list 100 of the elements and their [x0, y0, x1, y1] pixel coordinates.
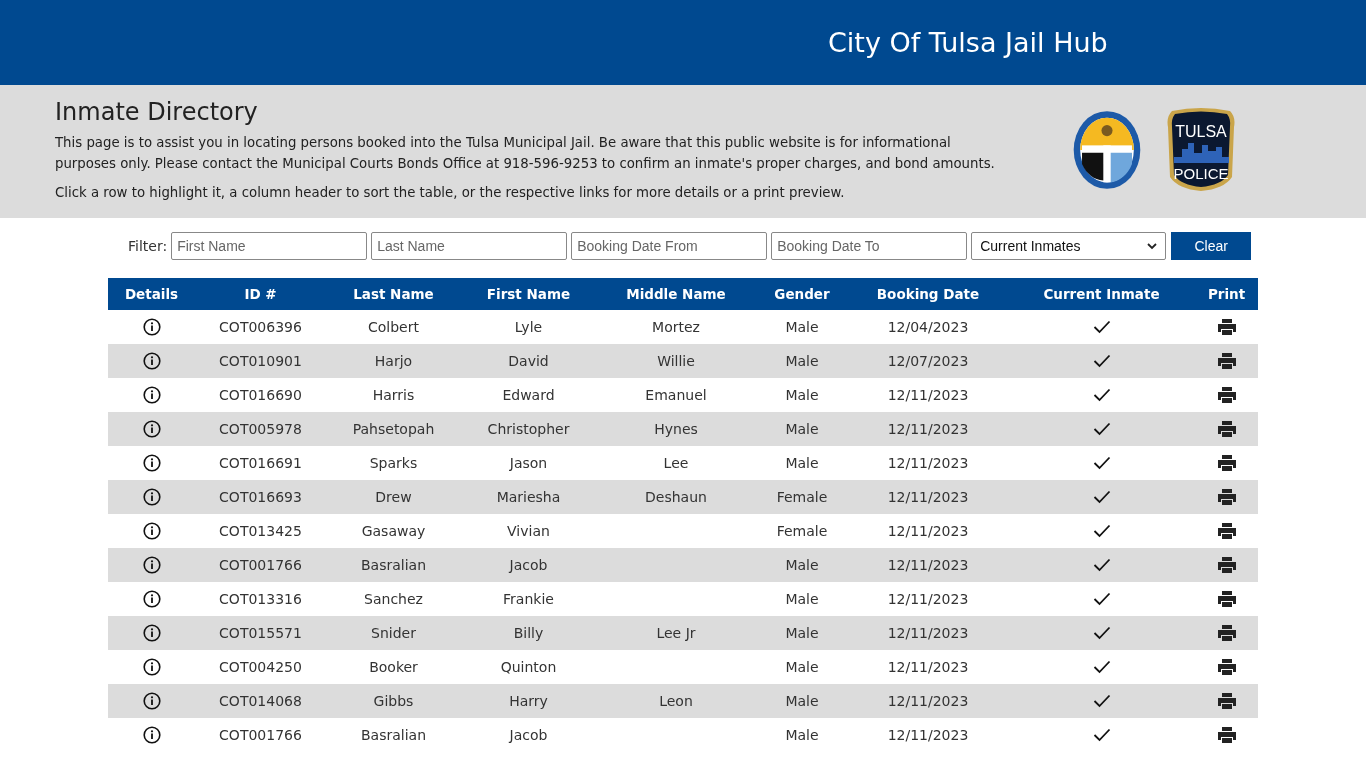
- table-cell: COT013316: [219, 591, 302, 607]
- table-cell: Snider: [371, 625, 416, 641]
- print-icon[interactable]: [1216, 522, 1237, 540]
- table-cell: 12/11/2023: [887, 455, 969, 471]
- table-cell: Male: [785, 319, 819, 335]
- table-cell: Deshaun: [645, 489, 707, 505]
- inmate-status-dropdown[interactable]: Current Inmates: [971, 232, 1167, 260]
- filter-field[interactable]: Last Name: [371, 232, 568, 260]
- intro-paragraph: This page is to assist you in locating persons booked into the Tulsa Municipal Jail. Be aware that this public website is for informational purposes only. Please contact the Municipal Courts Bonds Office at 918-596-9253 to confirm an inmate's proper charges, and bond amounts.: [55, 134, 996, 173]
- table-cell: COT014068: [219, 693, 302, 709]
- table-cell: Lee Jr: [656, 625, 696, 641]
- filter-field[interactable]: Booking Date To: [771, 232, 968, 260]
- column-header[interactable]: Current Inmate: [1008, 286, 1195, 302]
- table-cell: Harris: [372, 387, 415, 403]
- table-cell: 12/11/2023: [887, 489, 969, 505]
- table-cell: Basralian: [360, 557, 426, 573]
- print-icon[interactable]: [1216, 488, 1237, 506]
- info-icon[interactable]: [142, 624, 161, 642]
- print-icon[interactable]: [1216, 658, 1237, 676]
- table-cell: 12/11/2023: [887, 421, 969, 437]
- table-cell: Sparks: [369, 455, 418, 471]
- filter-label: Filter:: [128, 238, 168, 254]
- table-cell: 12/11/2023: [887, 557, 969, 573]
- table-cell: Female: [776, 523, 828, 539]
- print-icon[interactable]: [1216, 624, 1237, 642]
- filter-field[interactable]: Booking Date From: [571, 232, 768, 260]
- info-icon[interactable]: [142, 726, 161, 744]
- print-icon[interactable]: [1216, 318, 1237, 336]
- table-cell: Gibbs: [373, 693, 414, 709]
- table-cell: COT010901: [219, 353, 302, 369]
- table-cell: Basralian: [360, 727, 426, 743]
- table-cell: Lee: [663, 455, 689, 471]
- table-cell: COT005978: [219, 421, 302, 437]
- table-cell: Harjo: [374, 353, 413, 369]
- print-icon[interactable]: [1216, 692, 1237, 710]
- info-icon[interactable]: [142, 692, 161, 710]
- print-icon[interactable]: [1216, 352, 1237, 370]
- table-cell: Quinton: [500, 659, 557, 675]
- table-cell: Male: [785, 353, 819, 369]
- info-icon[interactable]: [142, 454, 161, 472]
- info-icon[interactable]: [142, 556, 161, 574]
- table-cell: Booker: [369, 659, 418, 675]
- table-cell: Billy: [513, 625, 544, 641]
- table-cell: COT016691: [219, 455, 302, 471]
- table-cell: 12/11/2023: [887, 625, 969, 641]
- table-cell: 12/11/2023: [887, 727, 969, 743]
- table-cell: Leon: [659, 693, 693, 709]
- table-cell: Male: [785, 693, 819, 709]
- info-icon[interactable]: [142, 352, 161, 370]
- column-header[interactable]: First Name: [461, 286, 596, 302]
- info-icon[interactable]: [142, 318, 161, 336]
- table-cell: Edward: [502, 387, 555, 403]
- table-cell: Male: [785, 659, 819, 675]
- table-cell: Jacob: [509, 727, 548, 743]
- column-header[interactable]: Booking Date: [848, 286, 1008, 302]
- column-header[interactable]: Details: [108, 286, 195, 302]
- table-cell: David: [508, 353, 549, 369]
- column-header[interactable]: ID #: [195, 286, 326, 302]
- info-icon[interactable]: [142, 386, 161, 404]
- info-icon[interactable]: [142, 658, 161, 676]
- table-cell: Pahsetopah: [352, 421, 435, 437]
- info-icon[interactable]: [142, 420, 161, 438]
- column-header[interactable]: Print: [1195, 286, 1258, 302]
- table-cell: 12/04/2023: [887, 319, 969, 335]
- table-cell: Mortez: [652, 319, 700, 335]
- print-icon[interactable]: [1216, 420, 1237, 438]
- table-cell: Male: [785, 557, 819, 573]
- print-icon[interactable]: [1216, 590, 1237, 608]
- column-header[interactable]: Middle Name: [596, 286, 756, 302]
- table-cell: Male: [785, 455, 819, 471]
- table-cell: Jason: [509, 455, 548, 471]
- intro-paragraph: Click a row to highlight it, a column header to sort the table, or the respective links for more details or a print preview.: [55, 184, 846, 202]
- table-cell: Christopher: [487, 421, 570, 437]
- table-cell: COT013425: [219, 523, 302, 539]
- info-icon[interactable]: [142, 522, 161, 540]
- caret-icon: [1147, 242, 1158, 250]
- column-header[interactable]: Gender: [756, 286, 848, 302]
- column-header[interactable]: Last Name: [326, 286, 461, 302]
- print-icon[interactable]: [1216, 454, 1237, 472]
- print-icon[interactable]: [1216, 556, 1237, 574]
- table-cell: Male: [785, 387, 819, 403]
- table-cell: COT004250: [219, 659, 302, 675]
- table-cell: 12/11/2023: [887, 523, 969, 539]
- table-cell: COT016690: [219, 387, 302, 403]
- table-cell: Lyle: [514, 319, 543, 335]
- table-cell: Jacob: [509, 557, 548, 573]
- table-cell: Male: [785, 625, 819, 641]
- info-icon[interactable]: [142, 488, 161, 506]
- table-cell: Frankie: [503, 591, 554, 607]
- table-cell: 12/11/2023: [887, 387, 969, 403]
- table-cell: 12/07/2023: [887, 353, 969, 369]
- info-icon[interactable]: [142, 590, 161, 608]
- print-icon[interactable]: [1216, 726, 1237, 744]
- table-cell: COT001766: [219, 557, 302, 573]
- site-title: City Of Tulsa Jail Hub: [828, 27, 1108, 58]
- table-cell: Mariesha: [496, 489, 561, 505]
- table-cell: COT016693: [219, 489, 302, 505]
- print-icon[interactable]: [1216, 386, 1237, 404]
- filter-field[interactable]: First Name: [171, 232, 368, 260]
- clear-button[interactable]: Clear: [1171, 232, 1252, 260]
